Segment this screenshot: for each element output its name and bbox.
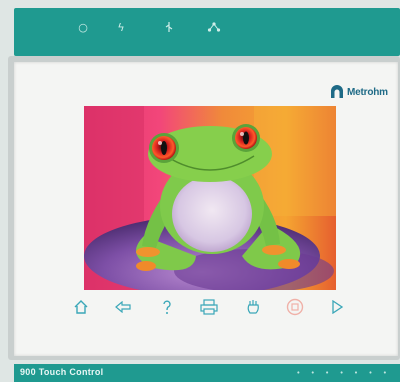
manual-icon[interactable] xyxy=(242,296,264,318)
help-icon[interactable] xyxy=(156,296,178,318)
brand-name: Metrohm xyxy=(347,86,388,98)
home-icon[interactable] xyxy=(70,296,92,318)
model-label: 900 Touch Control xyxy=(20,367,104,377)
device-top-housing: ○ ϟ xyxy=(14,8,400,56)
screensaver-image xyxy=(84,106,336,290)
start-icon[interactable] xyxy=(326,296,348,318)
network-icon xyxy=(207,20,221,34)
brand-logo: Metrohm xyxy=(330,84,388,100)
power-icon: ○ xyxy=(78,20,88,34)
flash-icon: ϟ xyxy=(117,20,125,34)
device-bottom-housing: 900 Touch Control • • • • • • • xyxy=(14,364,400,382)
indicator-dots: • • • • • • • xyxy=(296,369,390,377)
print-icon[interactable] xyxy=(198,296,220,318)
metrohm-logo-icon xyxy=(331,85,343,98)
stop-icon[interactable] xyxy=(284,296,306,318)
back-icon[interactable] xyxy=(112,296,134,318)
screen-toolbar xyxy=(70,296,350,320)
usb-icon xyxy=(162,20,176,34)
